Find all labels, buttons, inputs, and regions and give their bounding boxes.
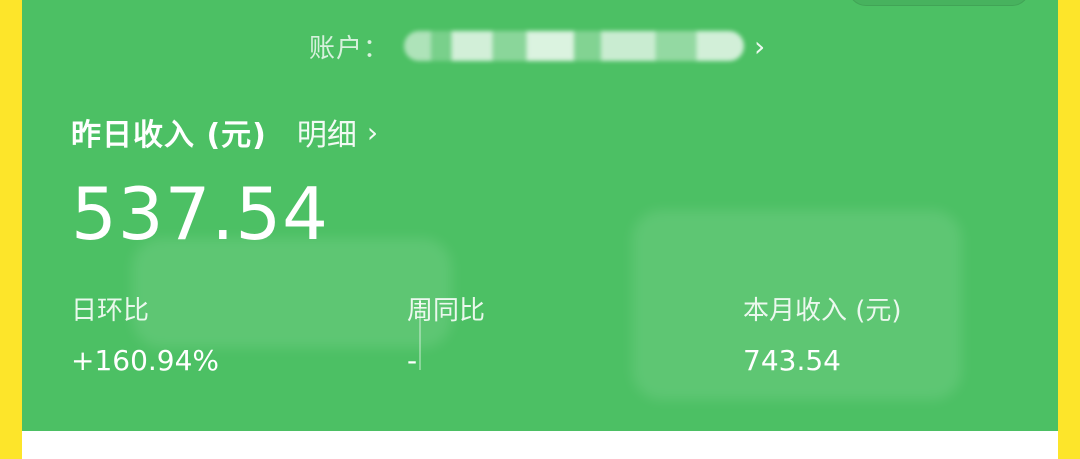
detail-label[interactable]: 明细 [297,110,357,154]
masked-account-value [404,31,745,61]
stat-label: 本月收入 (元) [743,296,902,326]
week-over-week-stat: 周同比 - [407,292,485,380]
stat-value: 743.54 [743,344,841,377]
account-label: 账户： [309,33,391,64]
detail-link[interactable]: 明细 › [297,110,378,154]
income-title-row: 昨日收入 (元) 明细 › [71,110,378,154]
yesterday-income-amount: 537.54 [71,172,329,256]
stat-label: 周同比 [407,296,486,326]
account-row[interactable]: 账户： › [309,26,765,66]
monthly-income-stat: 本月收入 (元) 743.54 [743,292,902,380]
yesterday-income-title: 昨日收入 (元) [71,118,267,153]
chevron-right-icon[interactable]: › [754,30,765,63]
stat-value: - [407,344,418,377]
stat-label: 日环比 [71,296,150,326]
day-over-day-stat: 日环比 +160.94% [71,292,219,380]
right-frame-border [1058,0,1080,459]
left-frame-border [0,0,22,459]
stat-value: +160.94% [71,344,220,377]
chevron-right-icon[interactable]: › [367,116,378,149]
top-pill-button[interactable] [848,0,1030,6]
income-summary-card: 账户： › 昨日收入 (元) 明细 › 537.54 日环比 +160.94% … [22,0,1058,431]
income-stats: 日环比 +160.94% 周同比 - 本月收入 (元) 743.54 [71,292,1031,382]
bottom-content-panel [22,431,1058,459]
